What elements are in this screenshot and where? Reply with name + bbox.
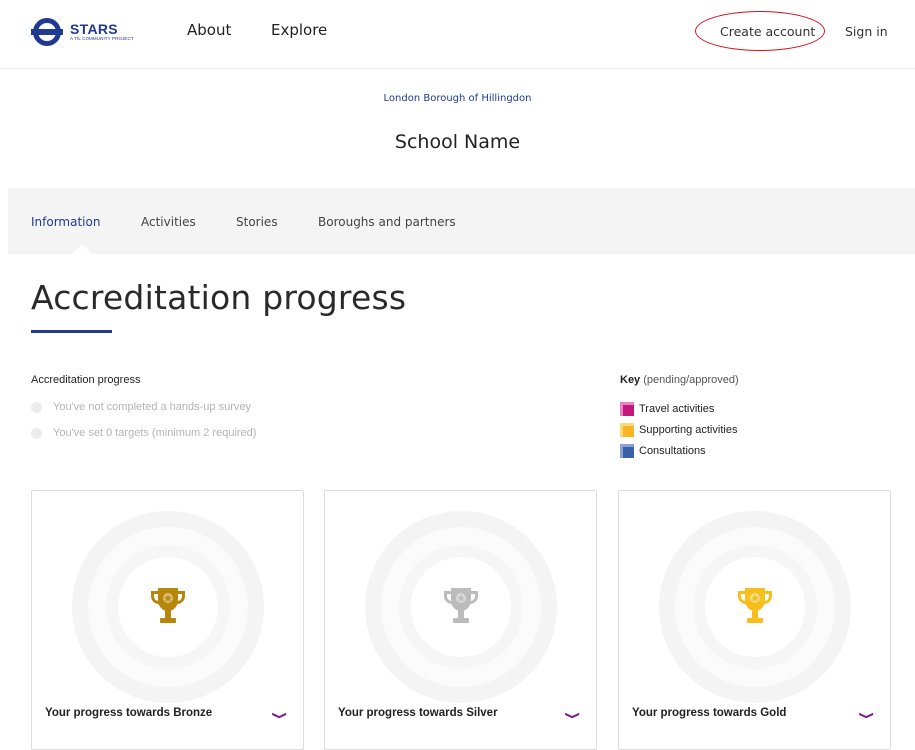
borough-name[interactable]: London Borough of Hillingdon	[0, 93, 915, 104]
page-title: Accreditation progress	[31, 278, 407, 317]
chevron-down-icon[interactable]: ❯	[271, 711, 286, 719]
card-title: Your progress towards Silver	[338, 707, 498, 719]
tab-bar: Information Activities Stories Boroughs …	[8, 188, 915, 254]
status-dot-icon	[31, 427, 42, 439]
card-accordion-header[interactable]: Your progress towards Bronze ❯	[32, 704, 303, 744]
top-header: STARS A TfL COMMUNITY PROJECT About Expl…	[0, 0, 915, 69]
card-title: Your progress towards Gold	[632, 707, 787, 719]
bronze-trophy-icon	[151, 588, 185, 623]
card-title: Your progress towards Bronze	[45, 707, 213, 719]
requirement-item: You've set 0 targets (minimum 2 required…	[31, 427, 256, 439]
nav-about[interactable]: About	[187, 21, 231, 39]
bronze-progress-card: Your progress towards Bronze ❯	[31, 490, 304, 750]
requirement-text: You've not completed a hands-up survey	[53, 401, 251, 413]
gold-trophy-icon	[738, 588, 772, 623]
key-item-label: Consultations	[639, 445, 706, 457]
key-item-supporting: Supporting activities	[620, 423, 737, 437]
key-label: Key	[620, 374, 641, 386]
key-title: Key (pending/approved)	[620, 374, 739, 386]
progress-ring	[365, 511, 557, 703]
logo-title: STARS	[70, 21, 118, 38]
tab-information[interactable]: Information	[31, 215, 100, 229]
create-account-link[interactable]: Create account	[720, 24, 815, 39]
consultations-swatch-icon	[620, 444, 634, 458]
card-accordion-header[interactable]: Your progress towards Gold ❯	[619, 704, 890, 744]
key-item-consultations: Consultations	[620, 444, 706, 458]
nav-explore[interactable]: Explore	[271, 21, 327, 39]
card-accordion-header[interactable]: Your progress towards Silver ❯	[325, 704, 596, 744]
chevron-down-icon[interactable]: ❯	[564, 711, 579, 719]
silver-progress-card: Your progress towards Silver ❯	[324, 490, 597, 750]
active-tab-indicator	[72, 244, 92, 254]
key-item-travel: Travel activities	[620, 402, 714, 416]
supporting-swatch-icon	[620, 423, 634, 437]
silver-trophy-icon	[444, 588, 478, 623]
travel-swatch-icon	[620, 402, 634, 416]
requirement-item: You've not completed a hands-up survey	[31, 401, 251, 413]
title-underline	[31, 330, 112, 333]
tab-activities[interactable]: Activities	[141, 215, 196, 229]
tab-boroughs-and-partners[interactable]: Boroughs and partners	[318, 215, 456, 229]
status-dot-icon	[31, 401, 42, 413]
school-name: School Name	[394, 131, 521, 153]
sign-in-link[interactable]: Sign in	[845, 24, 888, 39]
key-item-label: Travel activities	[639, 403, 715, 415]
gold-progress-card: Your progress towards Gold ❯	[618, 490, 891, 750]
roundel-icon	[31, 18, 63, 46]
key-item-label: Supporting activities	[639, 424, 738, 436]
key-subtitle: (pending/approved)	[643, 374, 739, 386]
stars-logo[interactable]: STARS A TfL COMMUNITY PROJECT	[30, 17, 134, 47]
tab-stories[interactable]: Stories	[236, 215, 278, 229]
progress-ring	[659, 511, 851, 703]
chevron-down-icon[interactable]: ❯	[858, 711, 873, 719]
progress-title: Accreditation progress	[31, 374, 141, 386]
requirement-text: You've set 0 targets (minimum 2 required…	[53, 427, 257, 439]
logo-subtitle: A TfL COMMUNITY PROJECT	[70, 36, 134, 42]
progress-ring	[72, 511, 264, 703]
